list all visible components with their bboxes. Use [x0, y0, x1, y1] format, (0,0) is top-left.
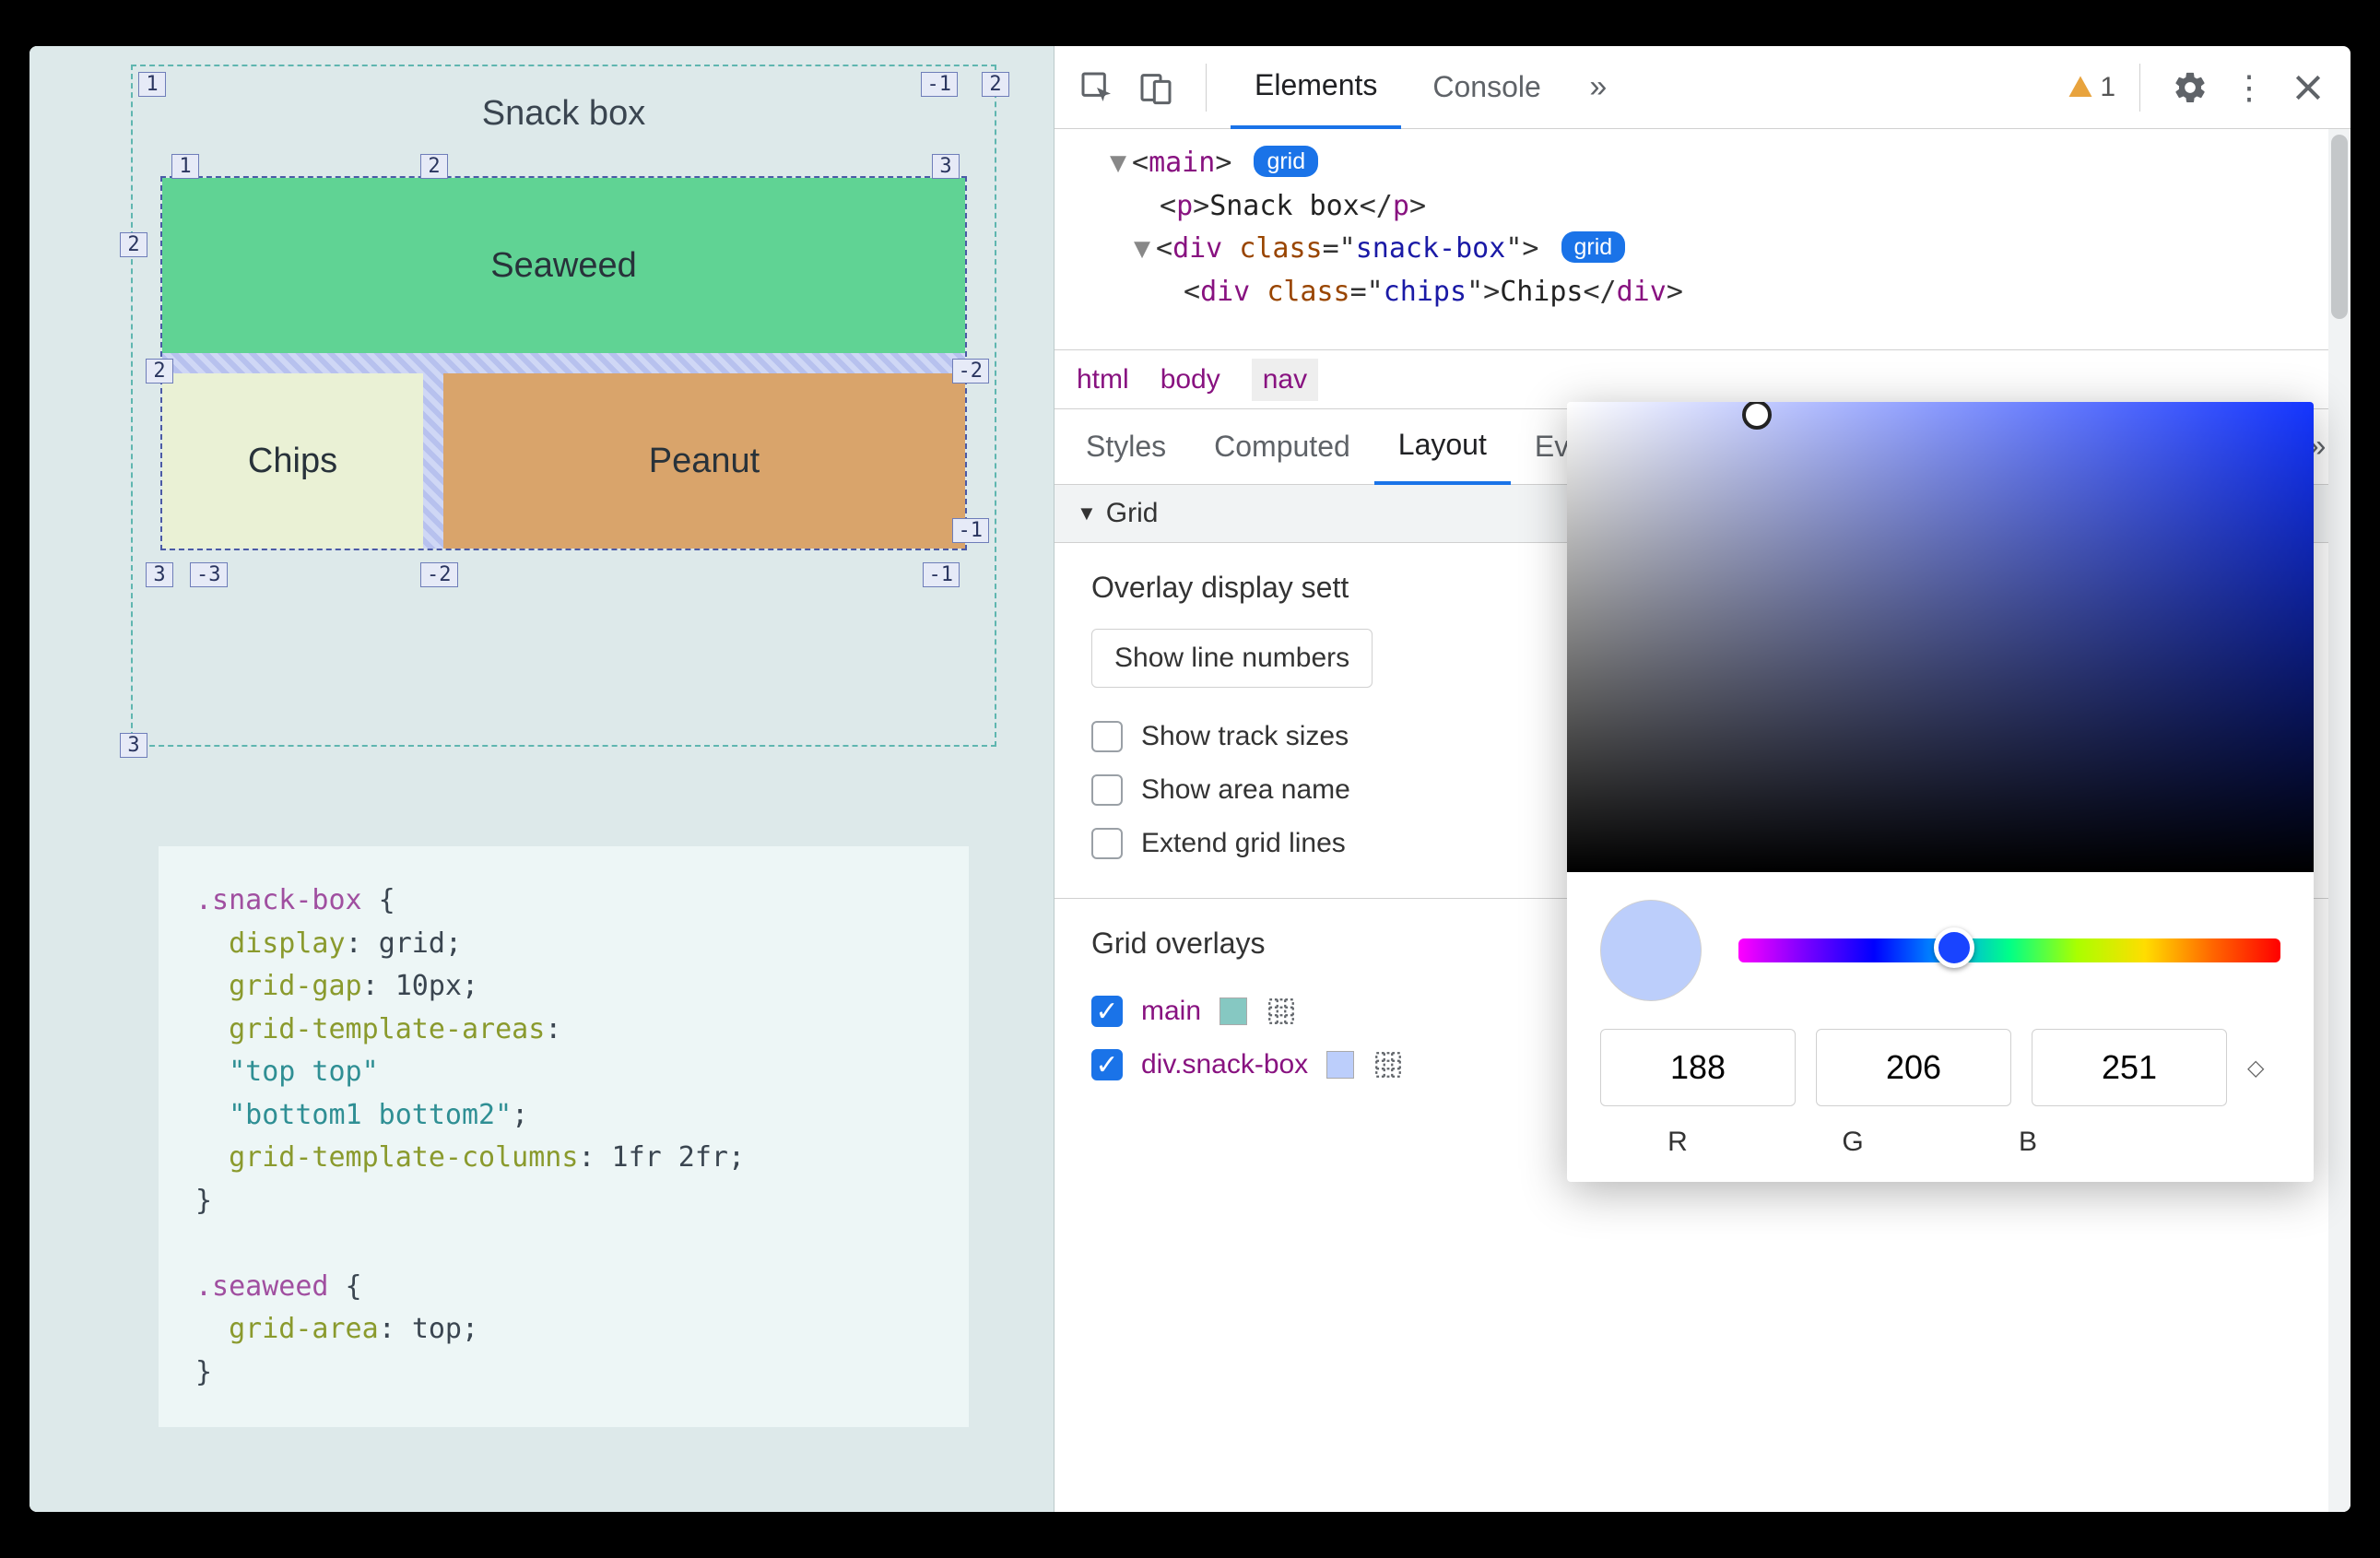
device-toolbar-icon[interactable]: [1130, 62, 1182, 113]
line-number: 2: [146, 359, 173, 384]
line-number: 1: [171, 154, 199, 179]
close-devtools-icon[interactable]: [2282, 62, 2334, 113]
b-input[interactable]: [2032, 1029, 2227, 1106]
sv-color-plane[interactable]: [1567, 402, 2314, 872]
warning-count[interactable]: 1: [2067, 72, 2115, 103]
grid-badge[interactable]: grid: [1561, 231, 1626, 263]
rendered-page-preview: 1 -1 2 2 3 Snack box 1 2 3 2 -2 -1 3 -3 …: [29, 46, 1055, 1512]
reveal-in-elements-icon[interactable]: [1266, 996, 1297, 1027]
color-picker-popover: ◇ R G B: [1567, 402, 2314, 1182]
overlay-color-swatch[interactable]: [1219, 997, 1247, 1025]
checkbox-overlay-snackbox[interactable]: ✓: [1091, 1049, 1123, 1080]
css-code-block: .snack-box { display: grid; grid-gap: 10…: [159, 846, 969, 1427]
r-label: R: [1600, 1127, 1755, 1158]
line-number: 3: [146, 562, 173, 587]
hue-thumb[interactable]: [1934, 927, 1974, 968]
line-number: 3: [120, 733, 147, 758]
grid-cell-peanut: Peanut: [443, 373, 965, 549]
line-number: -2: [952, 359, 990, 384]
breadcrumb[interactable]: html body nav: [1055, 350, 2351, 409]
line-number: -1: [952, 518, 990, 543]
subtab-styles[interactable]: Styles: [1062, 409, 1190, 485]
subtab-computed[interactable]: Computed: [1190, 409, 1374, 485]
overlay-label-main[interactable]: main: [1141, 996, 1201, 1027]
subtab-layout[interactable]: Layout: [1374, 409, 1511, 485]
sv-cursor[interactable]: [1742, 402, 1772, 430]
grid-badge[interactable]: grid: [1254, 146, 1318, 177]
tab-elements[interactable]: Elements: [1231, 46, 1401, 129]
devtools-pane: Elements Console » 1 ⋮ ▼<main> grid <p>S…: [1055, 46, 2351, 1512]
preview-title: Snack box: [133, 66, 995, 176]
inspect-element-icon[interactable]: [1071, 62, 1123, 113]
breadcrumb-item[interactable]: body: [1161, 364, 1220, 395]
line-number: 1: [138, 72, 166, 97]
checkbox-overlay-main[interactable]: ✓: [1091, 996, 1123, 1027]
checkbox-extend-lines[interactable]: [1091, 828, 1123, 859]
dom-tree[interactable]: ▼<main> grid <p>Snack box</p> ▼<div clas…: [1055, 129, 2351, 350]
outer-grid-overlay: 1 -1 2 2 3 Snack box 1 2 3 2 -2 -1 3 -3 …: [131, 65, 996, 747]
line-number: -1: [921, 72, 959, 97]
color-mode-toggle[interactable]: ◇: [2247, 1055, 2280, 1081]
inner-grid-overlay: 1 2 3 2 -2 -1 3 -3 -2 -1 Seaweed Chips P…: [160, 176, 967, 550]
line-number-dropdown[interactable]: Show line numbers: [1091, 629, 1373, 688]
line-number: 2: [420, 154, 448, 179]
settings-icon[interactable]: [2164, 62, 2216, 113]
tab-console[interactable]: Console: [1408, 46, 1564, 129]
line-number: -1: [923, 562, 960, 587]
overlay-label-snackbox[interactable]: div.snack-box: [1141, 1049, 1308, 1080]
line-number: -2: [420, 562, 458, 587]
scrollbar[interactable]: [2328, 129, 2351, 1512]
b-label: B: [1950, 1127, 2105, 1158]
r-input[interactable]: [1600, 1029, 1796, 1106]
grid-cell-chips: Chips: [162, 373, 423, 549]
label-extend-lines: Extend grid lines: [1141, 828, 1346, 859]
hue-slider[interactable]: [1738, 938, 2280, 962]
breadcrumb-item[interactable]: html: [1077, 364, 1129, 395]
breadcrumb-item[interactable]: nav: [1252, 359, 1318, 401]
kebab-menu-icon[interactable]: ⋮: [2223, 62, 2275, 113]
g-input[interactable]: [1816, 1029, 2011, 1106]
overlay-color-swatch[interactable]: [1326, 1051, 1354, 1079]
reveal-in-elements-icon[interactable]: [1373, 1049, 1404, 1080]
grid-cell-seaweed: Seaweed: [162, 178, 965, 353]
checkbox-track-sizes[interactable]: [1091, 721, 1123, 752]
g-label: G: [1775, 1127, 1930, 1158]
devtools-toolbar: Elements Console » 1 ⋮: [1055, 46, 2351, 129]
label-track-sizes: Show track sizes: [1141, 721, 1349, 752]
line-number: 2: [982, 72, 1009, 97]
line-number: 2: [120, 232, 147, 257]
scrollbar-thumb[interactable]: [2331, 135, 2348, 319]
current-color-swatch[interactable]: [1600, 900, 1702, 1001]
line-number: 3: [932, 154, 960, 179]
label-area-names: Show area name: [1141, 774, 1350, 806]
line-number: -3: [190, 562, 228, 587]
checkbox-area-names[interactable]: [1091, 774, 1123, 806]
more-tabs-icon[interactable]: »: [1573, 62, 1624, 113]
